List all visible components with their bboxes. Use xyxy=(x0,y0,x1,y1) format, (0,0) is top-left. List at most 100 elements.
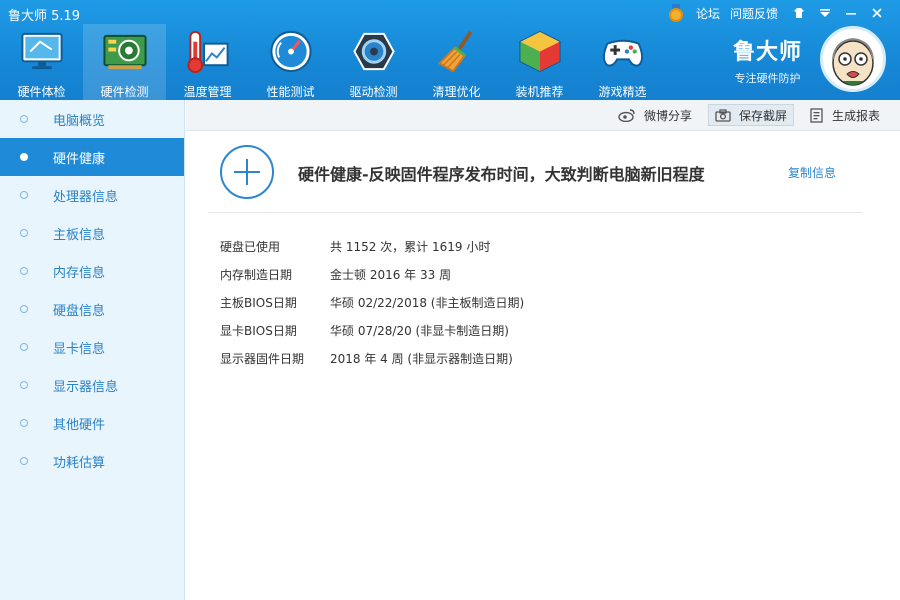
nav-temperature[interactable]: 温度管理 xyxy=(166,24,249,100)
camera-icon xyxy=(715,108,731,122)
forum-link[interactable]: 论坛 xyxy=(696,5,720,22)
nav-label: 驱动检测 xyxy=(349,85,398,99)
gear-driver-icon xyxy=(352,32,395,71)
info-value: 华硕 07/28/20 (非显卡制造日期) xyxy=(330,323,509,338)
sidebar-item-cpu[interactable]: 处理器信息 xyxy=(0,176,184,214)
sidebar-item-label: 主板信息 xyxy=(53,227,106,243)
close-icon[interactable] xyxy=(864,3,890,23)
nav-label: 硬件检测 xyxy=(100,85,149,99)
bullet-icon xyxy=(20,381,28,389)
medal-icon[interactable] xyxy=(668,4,684,22)
bullet-icon xyxy=(20,419,28,427)
sidebar-item-gpu[interactable]: 显卡信息 xyxy=(0,328,184,366)
sidebar-item-label: 显示器信息 xyxy=(53,379,119,395)
main-nav: 硬件体检 硬件检测 温度管理 性能测试 驱动检测 清理优化 装机推荐 游戏精选 xyxy=(0,24,664,100)
nav-cleanup[interactable]: 清理优化 xyxy=(415,24,498,100)
info-row: 主板BIOS日期 华硕 02/22/2018 (非主板制造日期) xyxy=(220,288,524,316)
generate-report-button[interactable]: 生成报表 xyxy=(804,104,886,126)
nav-label: 装机推荐 xyxy=(515,85,564,99)
info-value: 共 1152 次，累计 1619 小时 xyxy=(330,239,491,254)
nav-hardware-detect[interactable]: 硬件检测 xyxy=(83,24,166,100)
broom-icon xyxy=(437,30,472,73)
nav-label: 游戏精选 xyxy=(598,85,647,99)
hardware-board-icon xyxy=(102,34,147,70)
info-label: 主板BIOS日期 xyxy=(220,295,297,310)
skin-icon[interactable] xyxy=(786,3,812,23)
sidebar-item-label: 其他硬件 xyxy=(53,417,106,433)
sidebar: 电脑概览 硬件健康 处理器信息 主板信息 内存信息 硬盘信息 显卡信息 显示器信… xyxy=(0,100,185,600)
app-title: 鲁大师 5.19 xyxy=(8,9,81,24)
page-title: 硬件健康-反映固件程序发布时间，大致判断电脑新旧程度 xyxy=(298,165,705,184)
sidebar-item-label: 内存信息 xyxy=(53,265,106,281)
nav-label: 温度管理 xyxy=(183,85,232,99)
nav-hardware-checkup[interactable]: 硬件体检 xyxy=(0,24,83,100)
copy-info-link[interactable]: 复制信息 xyxy=(788,164,836,181)
bullet-icon xyxy=(20,115,28,123)
info-row: 显卡BIOS日期 华硕 07/28/20 (非显卡制造日期) xyxy=(220,316,524,344)
info-value: 2018 年 4 周 (非显示器制造日期) xyxy=(330,351,513,366)
sidebar-item-label: 电脑概览 xyxy=(53,113,106,129)
bullet-icon xyxy=(20,191,28,199)
minimize-icon[interactable] xyxy=(838,3,864,23)
sidebar-item-label: 硬件健康 xyxy=(53,151,106,167)
sidebar-item-other-hardware[interactable]: 其他硬件 xyxy=(0,404,184,442)
weibo-icon xyxy=(618,109,635,122)
sidebar-item-memory[interactable]: 内存信息 xyxy=(0,252,184,290)
nav-label: 清理优化 xyxy=(432,85,481,99)
nav-build-recommend[interactable]: 装机推荐 xyxy=(498,24,581,100)
toolbar: 微博分享 保存截屏 生成报表 xyxy=(186,100,900,131)
bullet-icon xyxy=(20,267,28,275)
thermometer-icon xyxy=(186,30,229,74)
app-header: 鲁大师 5.19 论坛 问题反馈 硬件体检 硬件检测 温度管理 性能测试 驱动检… xyxy=(0,0,900,100)
info-value: 华硕 02/22/2018 (非主板制造日期) xyxy=(330,295,525,310)
save-screenshot-button[interactable]: 保存截屏 xyxy=(707,104,794,126)
cube-icon xyxy=(518,30,561,73)
info-value: 金士顿 2016 年 33 周 xyxy=(330,267,452,282)
info-label: 硬盘已使用 xyxy=(220,239,281,254)
section-header: 硬件健康-反映固件程序发布时间，大致判断电脑新旧程度 复制信息 xyxy=(208,145,862,213)
bullet-icon xyxy=(20,305,28,313)
sidebar-item-motherboard[interactable]: 主板信息 xyxy=(0,214,184,252)
mascot-avatar-icon xyxy=(832,37,874,86)
info-row: 硬盘已使用 共 1152 次，累计 1619 小时 xyxy=(220,232,524,260)
sidebar-item-label: 硬盘信息 xyxy=(53,303,106,319)
sidebar-item-overview[interactable]: 电脑概览 xyxy=(0,100,184,138)
brand: 鲁大师 专注硬件防护 xyxy=(733,34,802,86)
bullet-icon xyxy=(20,343,28,351)
report-icon xyxy=(810,107,823,123)
info-label: 显示器固件日期 xyxy=(220,351,305,366)
gamepad-icon xyxy=(602,39,643,67)
bullet-icon xyxy=(20,153,28,161)
plus-circle-icon xyxy=(220,145,274,199)
nav-driver[interactable]: 驱动检测 xyxy=(332,24,415,100)
nav-performance[interactable]: 性能测试 xyxy=(249,24,332,100)
brand-name: 鲁大师 xyxy=(732,40,802,65)
sidebar-item-label: 处理器信息 xyxy=(53,189,119,205)
avatar[interactable] xyxy=(820,26,886,92)
nav-label: 硬件体检 xyxy=(17,85,66,99)
weibo-share-label: 微博分享 xyxy=(643,108,692,123)
info-row: 内存制造日期 金士顿 2016 年 33 周 xyxy=(220,260,524,288)
sidebar-item-disk[interactable]: 硬盘信息 xyxy=(0,290,184,328)
sidebar-item-label: 显卡信息 xyxy=(53,341,106,357)
sidebar-item-hardware-health[interactable]: 硬件健康 xyxy=(0,138,184,176)
info-row: 显示器固件日期 2018 年 4 周 (非显示器制造日期) xyxy=(220,344,524,372)
generate-report-label: 生成报表 xyxy=(831,108,880,123)
sidebar-item-monitor[interactable]: 显示器信息 xyxy=(0,366,184,404)
info-label: 内存制造日期 xyxy=(220,267,293,282)
info-label: 显卡BIOS日期 xyxy=(220,323,297,338)
sidebar-item-power-estimate[interactable]: 功耗估算 xyxy=(0,442,184,480)
nav-label: 性能测试 xyxy=(266,85,315,99)
main-content: 微博分享 保存截屏 生成报表 硬件健康-反映固件程序发布时间，大致判断电脑新旧程… xyxy=(186,100,900,600)
menu-dropdown-icon[interactable] xyxy=(812,3,838,23)
bullet-icon xyxy=(20,229,28,237)
weibo-share-button[interactable]: 微博分享 xyxy=(612,104,698,126)
nav-games[interactable]: 游戏精选 xyxy=(581,24,664,100)
health-info-list: 硬盘已使用 共 1152 次，累计 1619 小时 内存制造日期 金士顿 201… xyxy=(220,232,524,372)
bullet-icon xyxy=(20,457,28,465)
speedometer-icon xyxy=(269,30,312,73)
sidebar-item-label: 功耗估算 xyxy=(53,455,106,471)
feedback-link[interactable]: 问题反馈 xyxy=(730,5,778,22)
brand-slogan: 专注硬件防护 xyxy=(734,72,801,85)
save-screenshot-label: 保存截屏 xyxy=(738,108,787,123)
